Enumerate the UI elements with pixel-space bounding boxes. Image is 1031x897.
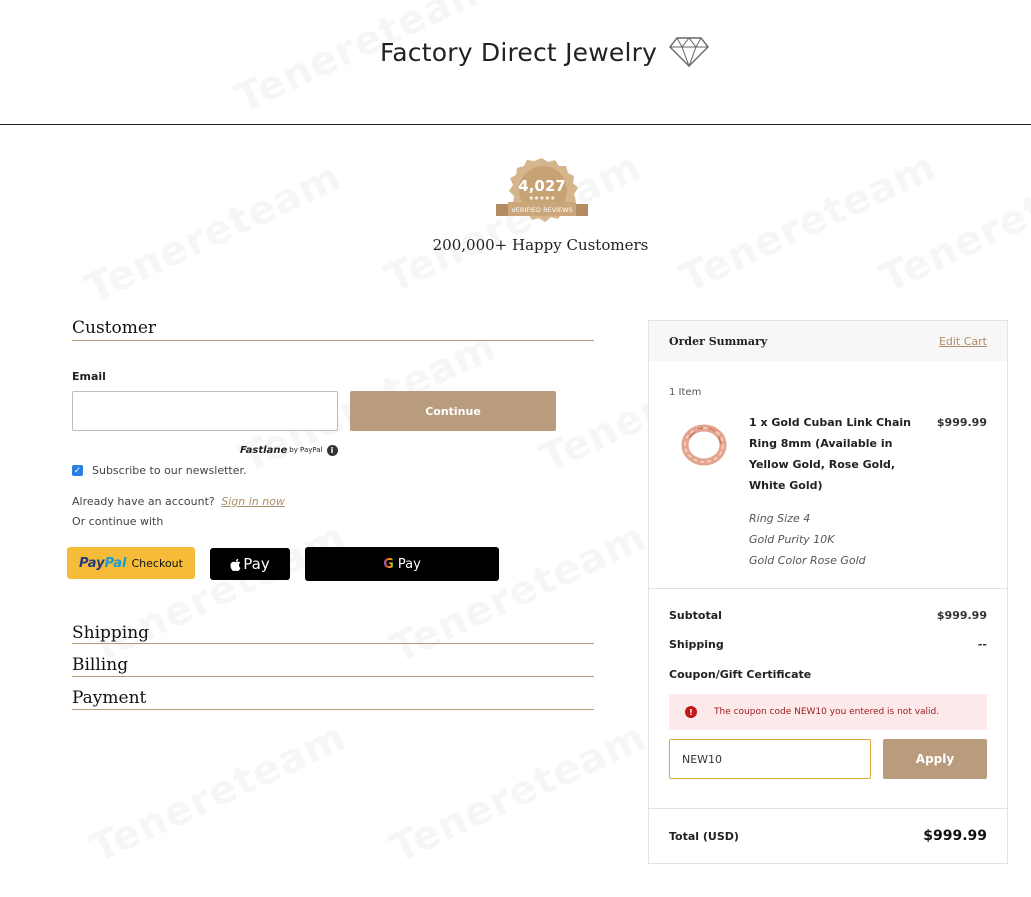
paypal-logo-b: Pal xyxy=(104,555,127,571)
paypal-checkout-button[interactable]: Pay Pal Checkout xyxy=(67,547,195,579)
fastlane-label: Fastlane xyxy=(240,444,288,456)
coupon-label[interactable]: Coupon/Gift Certificate xyxy=(669,668,987,681)
store-name: Factory Direct Jewelry xyxy=(380,37,658,67)
site-header: Factory Direct Jewelry xyxy=(0,0,1031,125)
billing-section-title: Billing xyxy=(72,655,594,677)
continue-with-text: Or continue with xyxy=(72,515,164,528)
customer-section-title: Customer xyxy=(72,318,594,341)
watermark-text: Tenereteam xyxy=(383,714,653,873)
order-summary-title: Order Summary xyxy=(669,334,768,348)
coupon-input[interactable]: NEW10 xyxy=(669,739,871,779)
email-label: Email xyxy=(72,370,106,383)
info-icon[interactable]: i xyxy=(326,444,338,456)
badge-text: VERIFIED REVIEWS xyxy=(511,206,572,214)
checkout-steps: Customer Email Continue Fastlane by PayP… xyxy=(67,318,594,710)
paypal-logo-a: Pay xyxy=(79,555,105,571)
sign-in-link[interactable]: Sign in now xyxy=(221,495,285,508)
coupon-error-alert: ! The coupon code NEW10 you entered is n… xyxy=(669,694,987,730)
express-checkout-buttons: Pay Pal Checkout Pay G Pay xyxy=(67,547,594,581)
coupon-form: NEW10 Apply xyxy=(669,739,987,779)
subtotal-label: Subtotal xyxy=(669,609,722,622)
google-pay-button[interactable]: G Pay xyxy=(305,547,499,581)
order-summary-header: Order Summary Edit Cart xyxy=(649,321,1007,361)
item-count: 1 Item xyxy=(669,387,702,398)
total-value: $999.99 xyxy=(923,828,987,844)
continue-button[interactable]: Continue xyxy=(350,391,556,431)
subscribe-label: Subscribe to our newsletter. xyxy=(92,464,247,477)
ring-product-image xyxy=(681,424,727,466)
shipping-row: Shipping -- xyxy=(669,638,987,667)
subtotal-value: $999.99 xyxy=(936,609,987,622)
subscribe-row[interactable]: ✓ Subscribe to our newsletter. xyxy=(72,464,594,477)
watermark-text: Tenereteam xyxy=(83,714,353,873)
total-label: Total (USD) xyxy=(669,829,739,843)
item-name: 1 x Gold Cuban Link Chain Ring 8mm (Avai… xyxy=(749,416,912,492)
subscribe-checkbox[interactable]: ✓ xyxy=(72,465,83,476)
item-price: $999.99 xyxy=(936,416,987,429)
fastlane-by-paypal: Fastlane by PayPal i xyxy=(240,443,594,457)
payment-section-title: Payment xyxy=(72,688,594,710)
badge-stars: ★★★★★ xyxy=(529,195,556,202)
shipping-section-title: Shipping xyxy=(72,623,594,644)
total-row: Total (USD) $999.99 xyxy=(649,809,1007,863)
order-summary: Order Summary Edit Cart 1 Item 1 x Gold … xyxy=(648,320,1008,864)
shipping-label: Shipping xyxy=(669,638,724,651)
apple-pay-button[interactable]: Pay xyxy=(210,548,290,580)
store-logo[interactable]: Factory Direct Jewelry xyxy=(380,36,710,68)
fastlane-by: by PayPal xyxy=(289,446,323,454)
item-option-gold-purity: Gold Purity 10K xyxy=(749,533,835,546)
apply-coupon-button[interactable]: Apply xyxy=(883,739,987,779)
email-input[interactable] xyxy=(72,391,338,431)
watermark-text: Tenereteam xyxy=(873,144,1031,303)
account-prompt: Already have an account? Sign in now xyxy=(72,495,594,508)
item-options: Ring Size 4 Gold Purity 10K Gold Color R… xyxy=(749,508,866,571)
google-pay-label: Pay xyxy=(397,556,421,572)
badge-count: 4,027 xyxy=(518,177,565,195)
item-option-ring-size: Ring Size 4 xyxy=(749,512,811,525)
diamond-icon xyxy=(669,37,710,68)
subtotal-row: Subtotal $999.99 xyxy=(669,609,987,638)
paypal-checkout-label: Checkout xyxy=(131,556,183,570)
apple-icon xyxy=(230,558,241,571)
shipping-value: -- xyxy=(977,638,987,651)
watermark-text: Tenereteam xyxy=(673,144,943,303)
coupon-error-text: The coupon code NEW10 you entered is not… xyxy=(714,707,940,717)
watermark-text: Tenereteam xyxy=(78,154,348,313)
cart-item: 1 x Gold Cuban Link Chain Ring 8mm (Avai… xyxy=(649,398,1007,588)
account-text: Already have an account? xyxy=(72,495,215,508)
verified-reviews-badge: 4,027 ★★★★★ VERIFIED REVIEWS xyxy=(496,158,588,222)
edit-cart-link[interactable]: Edit Cart xyxy=(939,335,987,348)
item-option-gold-color: Gold Color Rose Gold xyxy=(749,554,866,567)
error-icon: ! xyxy=(685,706,697,718)
google-g-icon: G xyxy=(383,556,394,572)
apple-pay-label: Pay xyxy=(243,555,270,573)
tagline: 200,000+ Happy Customers xyxy=(432,236,649,254)
totals-section: Subtotal $999.99 Shipping -- Coupon/Gift… xyxy=(649,589,1007,779)
